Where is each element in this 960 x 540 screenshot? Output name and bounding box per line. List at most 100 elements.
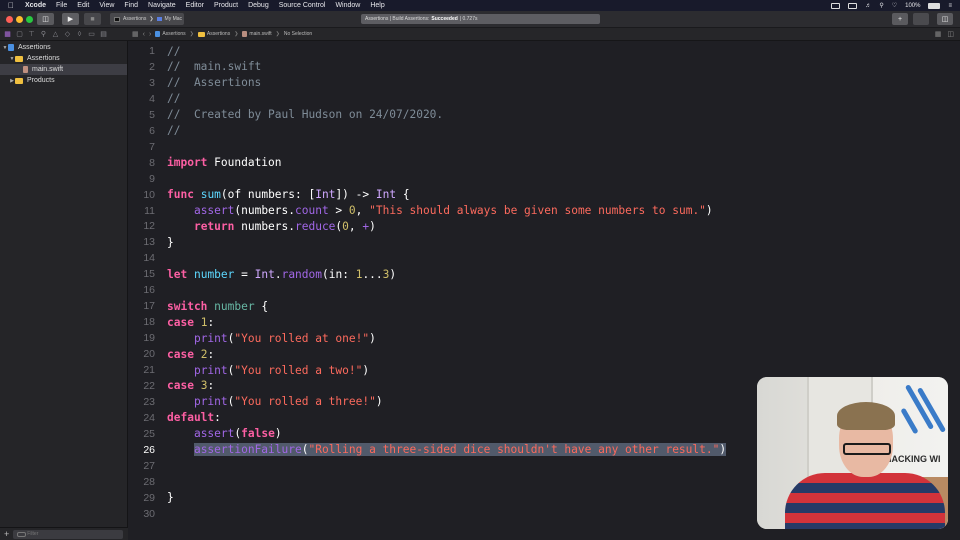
breadcrumb-symbol[interactable]: No Selection	[284, 31, 312, 37]
close-window-button[interactable]	[6, 16, 13, 23]
code-text: assert(false)	[167, 427, 282, 440]
code-text: case 3:	[167, 379, 214, 392]
menu-product[interactable]: Product	[214, 2, 238, 9]
add-file-icon[interactable]: +	[4, 529, 9, 539]
code-line[interactable]: 5 // Created by Paul Hudson on 24/07/2020…	[128, 107, 960, 123]
breadcrumb-group[interactable]: Assertions	[197, 31, 230, 37]
line-number: 21	[143, 364, 155, 376]
code-line[interactable]: 6 //	[128, 123, 960, 139]
stop-icon: ■	[90, 15, 95, 23]
split-editor-icon[interactable]: ◫	[947, 30, 954, 38]
debug-navigator-icon[interactable]: ◊	[76, 31, 83, 38]
project-navigator-icon[interactable]: ▦	[4, 31, 11, 38]
stop-button[interactable]: ■	[84, 13, 101, 25]
code-text: func sum(of numbers: [Int]) -> Int {	[167, 188, 410, 201]
code-line[interactable]: 16	[128, 282, 960, 298]
code-token: Int	[254, 267, 275, 281]
breakpoint-navigator-icon[interactable]: ▭	[88, 31, 95, 38]
symbol-navigator-icon[interactable]: ⊤	[28, 31, 35, 38]
screen-record-icon[interactable]	[831, 2, 841, 9]
wifi-icon[interactable]: ♡	[892, 2, 897, 9]
airplay-icon[interactable]	[848, 2, 858, 9]
code-token: "This should always be given some number…	[369, 204, 706, 217]
minimize-window-button[interactable]	[16, 16, 23, 23]
code-line[interactable]: 21 print("You rolled a two!")	[128, 362, 960, 378]
menu-file[interactable]: File	[56, 2, 67, 9]
code-token: // Assertions	[167, 76, 262, 90]
scheme-selector[interactable]: Assertions ❯ My Mac	[110, 13, 184, 25]
code-line[interactable]: 19 print("You rolled at one!")	[128, 330, 960, 346]
tree-item-group[interactable]: ▼ Assertions	[0, 53, 127, 64]
line-number: 8	[149, 156, 155, 169]
code-line[interactable]: 9	[128, 171, 960, 187]
code-token: case	[167, 315, 194, 329]
navigator-selector-bar: ▦ ▢ ⊤ ⚲ △ ◇ ◊ ▭ ▤	[0, 28, 128, 41]
menu-editor[interactable]: Editor	[186, 2, 204, 9]
menu-app-name[interactable]: Xcode	[25, 2, 46, 9]
menu-navigate[interactable]: Navigate	[148, 2, 176, 9]
toggle-navigator-button[interactable]: ◫	[37, 13, 54, 25]
menu-edit[interactable]: Edit	[77, 2, 89, 9]
volume-icon[interactable]: ♬	[865, 3, 871, 9]
report-navigator-icon[interactable]: ▤	[100, 31, 107, 38]
issue-navigator-icon[interactable]: △	[52, 31, 59, 38]
code-line[interactable]: 1 //	[128, 43, 960, 59]
code-line[interactable]: 13}	[128, 234, 960, 250]
zoom-window-button[interactable]	[26, 16, 33, 23]
code-line[interactable]: 15 let number = Int.random(in: 1...3)	[128, 266, 960, 282]
library-button[interactable]: +	[892, 13, 908, 25]
forward-arrow-icon[interactable]: ›	[149, 31, 151, 38]
code-token: :	[207, 315, 215, 329]
tree-item-project[interactable]: ▼ Assertions	[0, 42, 127, 53]
code-review-button[interactable]	[913, 13, 929, 25]
code-token: (numbers.	[234, 204, 295, 217]
control-center-icon[interactable]: ≡	[948, 3, 952, 9]
code-line[interactable]: 12 return numbers.reduce(0, +)	[128, 218, 960, 234]
line-number: 5	[149, 108, 155, 121]
related-items-icon[interactable]: ▦	[132, 30, 139, 38]
menu-window[interactable]: Window	[335, 2, 360, 9]
code-line[interactable]: 3 // Assertions	[128, 75, 960, 91]
spotlight-search-icon[interactable]: ⚲	[879, 2, 883, 9]
code-line[interactable]: 20 case 2:	[128, 346, 960, 362]
editor-options-icon[interactable]: ▦	[935, 30, 942, 38]
tree-item-file[interactable]: main.swift	[0, 64, 127, 75]
code-line[interactable]: 11 assert(numbers.count > 0, "This shoul…	[128, 203, 960, 219]
code-line[interactable]: 17 switch number {	[128, 298, 960, 314]
code-line[interactable]: 8 import Foundation	[128, 155, 960, 171]
filter-input[interactable]	[13, 529, 124, 539]
code-line[interactable]: 7	[128, 139, 960, 155]
source-control-navigator-icon[interactable]: ▢	[16, 31, 23, 38]
code-token: number	[193, 267, 235, 281]
back-arrow-icon[interactable]: ‹	[143, 31, 145, 38]
destination-name: My Mac	[164, 16, 183, 22]
code-line[interactable]: 2 // main.swift	[128, 59, 960, 75]
run-button[interactable]: ▶	[62, 13, 79, 25]
breadcrumb-project[interactable]: Assertions	[155, 31, 186, 37]
toggle-inspector-button[interactable]: ◫	[937, 13, 953, 25]
test-navigator-icon[interactable]: ◇	[64, 31, 71, 38]
code-line[interactable]: 4 //	[128, 91, 960, 107]
swift-file-icon	[242, 31, 248, 37]
menu-source-control[interactable]: Source Control	[279, 2, 326, 9]
menu-find[interactable]: Find	[124, 2, 138, 9]
battery-icon[interactable]	[928, 2, 941, 9]
menu-help[interactable]: Help	[370, 2, 384, 9]
find-navigator-icon[interactable]: ⚲	[40, 31, 47, 38]
swift-file-icon	[23, 66, 28, 73]
sidebar-icon: ◫	[42, 16, 49, 23]
tree-item-products[interactable]: ▶ Products	[0, 75, 127, 86]
apple-menu-icon[interactable]: 	[7, 1, 15, 10]
code-line[interactable]: 14	[128, 250, 960, 266]
menu-view[interactable]: View	[99, 2, 114, 9]
code-line[interactable]: 10 func sum(of numbers: [Int]) -> Int {	[128, 187, 960, 203]
code-token: Int	[315, 188, 336, 202]
code-token: }	[167, 235, 174, 249]
menu-debug[interactable]: Debug	[248, 2, 269, 9]
code-token: "Rolling a three-sided dice shouldn't ha…	[308, 443, 720, 457]
line-number: 29	[143, 491, 155, 504]
breadcrumb-file[interactable]: main.swift	[242, 31, 272, 37]
line-number: 10	[143, 188, 155, 201]
code-line[interactable]: 18 case 1:	[128, 314, 960, 330]
